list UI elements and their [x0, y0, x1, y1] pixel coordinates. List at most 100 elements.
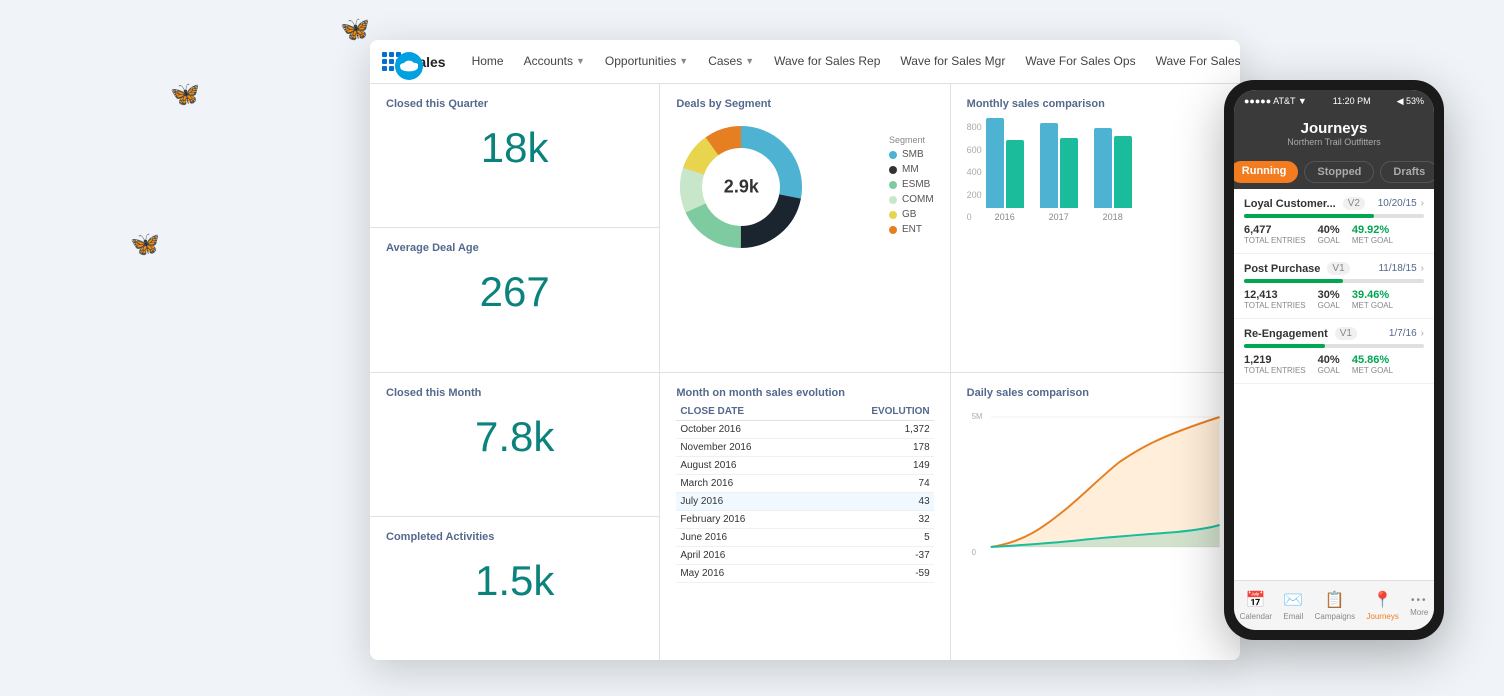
- journey-3-goal-label: GOAL: [1318, 366, 1340, 375]
- mom-sales-title: Month on month sales evolution: [676, 387, 933, 399]
- butterfly-1-icon: 🦋: [340, 15, 370, 44]
- nav-wave-exec[interactable]: Wave For Sales Exec: [1146, 40, 1240, 84]
- legend-ent: ENT: [889, 224, 934, 235]
- mobile-app-subtitle: Northern Trail Outfitters: [1246, 137, 1422, 147]
- tab-drafts[interactable]: Drafts: [1380, 161, 1434, 183]
- journeys-icon: 📍: [1373, 590, 1393, 610]
- salesforce-desktop-app: Sales Home Accounts▼ Opportunities▼ Case…: [370, 40, 1240, 660]
- mobile-nav-calendar[interactable]: 📅 Calendar: [1240, 590, 1272, 621]
- deals-by-segment-card: Deals by Segment: [660, 84, 949, 372]
- legend-comm: COMM: [889, 194, 934, 205]
- mobile-nav-email[interactable]: ✉️ Email: [1283, 590, 1303, 621]
- svg-text:0: 0: [971, 547, 976, 556]
- deals-by-segment-title: Deals by Segment: [676, 98, 933, 110]
- nav-more-label: More: [1410, 608, 1428, 617]
- journey-2-date: 11/18/15: [1378, 263, 1416, 274]
- legend-esmb: ESMB: [889, 179, 934, 190]
- journey-3-progress-fill: [1244, 344, 1325, 348]
- mobile-bottom-nav: 📅 Calendar ✉️ Email 📋 Campaigns 📍 Journe…: [1234, 580, 1434, 630]
- journey-3-stat-met: 45.86% MET GOAL: [1352, 354, 1393, 375]
- journey-1-entries-label: TOTAL ENTRIES: [1244, 236, 1306, 245]
- chevron-right-3-icon: ›: [1421, 328, 1424, 339]
- chevron-right-2-icon: ›: [1421, 263, 1424, 274]
- val-oct-2016: 1,372: [816, 420, 933, 438]
- completed-activities-value: 1.5k: [386, 547, 643, 615]
- date-apr-2016: April 2016: [676, 546, 816, 564]
- closed-month-title: Closed this Month: [386, 387, 643, 399]
- journey-1-name: Loyal Customer...: [1244, 198, 1336, 210]
- table-row: August 2016 149: [676, 456, 933, 474]
- mobile-statusbar: ●●●●● AT&T ▼ 11:20 PM ◀ 53%: [1234, 90, 1434, 112]
- closed-quarter-card: Closed this Quarter 18k: [370, 84, 659, 227]
- col-evolution: EVOLUTION: [816, 403, 933, 421]
- bar-2016-1: [986, 118, 1004, 208]
- journey-2-goal-val: 30%: [1318, 289, 1340, 301]
- nav-cases[interactable]: Cases▼: [698, 40, 764, 84]
- journey-item-2[interactable]: Post Purchase V1 11/18/15 › 12,413 TOTAL…: [1234, 254, 1434, 319]
- nav-wave-ops[interactable]: Wave For Sales Ops: [1015, 40, 1145, 84]
- mom-sales-table: CLOSE DATE EVOLUTION October 2016 1,372 …: [676, 403, 933, 583]
- nav-home[interactable]: Home: [462, 40, 514, 84]
- salesforce-logo: [395, 52, 423, 80]
- journey-1-version: V2: [1343, 197, 1365, 210]
- nav-opportunities[interactable]: Opportunities▼: [595, 40, 698, 84]
- table-row: March 2016 74: [676, 474, 933, 492]
- journey-2-goal-label: GOAL: [1318, 301, 1340, 310]
- journey-2-met-label: MET GOAL: [1352, 301, 1393, 310]
- journey-1-met-label: MET GOAL: [1352, 236, 1393, 245]
- journey-2-stat-entries: 12,413 TOTAL ENTRIES: [1244, 289, 1306, 310]
- topbar: Sales Home Accounts▼ Opportunities▼ Case…: [370, 40, 1240, 84]
- journey-3-date: 1/7/16: [1389, 328, 1417, 339]
- date-nov-2016: November 2016: [676, 438, 816, 456]
- tab-stopped[interactable]: Stopped: [1304, 161, 1374, 183]
- journey-3-version: V1: [1335, 327, 1357, 340]
- butterfly-2-icon: 🦋: [170, 80, 200, 109]
- chevron-right-icon: ›: [1421, 198, 1424, 209]
- tab-running[interactable]: Running: [1234, 161, 1298, 183]
- table-row: April 2016 -37: [676, 546, 933, 564]
- journey-2-header: Post Purchase V1 11/18/15 ›: [1244, 262, 1424, 275]
- journey-1-met-val: 49.92%: [1352, 224, 1393, 236]
- col-close-date: CLOSE DATE: [676, 403, 816, 421]
- donut-center-value: 2.9k: [724, 177, 759, 198]
- legend-gb: GB: [889, 209, 934, 220]
- journey-3-entries-label: TOTAL ENTRIES: [1244, 366, 1306, 375]
- journey-2-entries-label: TOTAL ENTRIES: [1244, 301, 1306, 310]
- date-feb-2016: February 2016: [676, 510, 816, 528]
- journey-1-stat-goal: 40% GOAL: [1318, 224, 1340, 245]
- closed-quarter-title: Closed this Quarter: [386, 98, 643, 110]
- journey-3-met-val: 45.86%: [1352, 354, 1393, 366]
- journey-1-stat-entries: 6,477 TOTAL ENTRIES: [1244, 224, 1306, 245]
- journey-3-entries-val: 1,219: [1244, 354, 1306, 366]
- closed-month-card: Closed this Month 7.8k: [370, 373, 659, 516]
- mobile-nav-more[interactable]: ••• More: [1410, 595, 1428, 617]
- mobile-header: Journeys Northern Trail Outfitters: [1234, 112, 1434, 155]
- date-jun-2016: June 2016: [676, 528, 816, 546]
- journey-1-goal-label: GOAL: [1318, 236, 1340, 245]
- nav-wave-rep[interactable]: Wave for Sales Rep: [764, 40, 890, 84]
- nav-email-label: Email: [1283, 612, 1303, 621]
- nav-wave-mgr[interactable]: Wave for Sales Mgr: [890, 40, 1015, 84]
- val-feb-2016: 32: [816, 510, 933, 528]
- mobile-nav-campaigns[interactable]: 📋 Campaigns: [1315, 590, 1355, 621]
- journey-3-progress-bg: [1244, 344, 1424, 348]
- nav-accounts[interactable]: Accounts▼: [514, 40, 595, 84]
- donut-container: 2.9k Segment SMB MM ESMB COMM GB ENT: [676, 114, 933, 260]
- table-row: June 2016 5: [676, 528, 933, 546]
- y-axis: 800 600 400 200 0: [967, 122, 982, 222]
- bar-label-2017: 2017: [1049, 212, 1069, 222]
- avg-deal-age-title: Average Deal Age: [386, 242, 643, 254]
- mobile-nav-journeys[interactable]: 📍 Journeys: [1366, 590, 1398, 621]
- monthly-sales-card: Monthly sales comparison 800 600 400 200…: [951, 84, 1240, 372]
- journey-item-1[interactable]: Loyal Customer... V2 10/20/15 › 6,477 TO…: [1234, 189, 1434, 254]
- closed-month-value: 7.8k: [386, 403, 643, 471]
- journey-1-progress-bg: [1244, 214, 1424, 218]
- journey-1-entries-val: 6,477: [1244, 224, 1306, 236]
- journey-item-3[interactable]: Re-Engagement V1 1/7/16 › 1,219 TOTAL EN…: [1234, 319, 1434, 384]
- more-icon: •••: [1411, 595, 1428, 606]
- legend-title: Segment: [889, 135, 934, 145]
- journey-3-stats: 1,219 TOTAL ENTRIES 40% GOAL 45.86% MET …: [1244, 354, 1424, 375]
- bar-label-2016: 2016: [995, 212, 1015, 222]
- date-mar-2016: March 2016: [676, 474, 816, 492]
- legend-smb: SMB: [889, 149, 934, 160]
